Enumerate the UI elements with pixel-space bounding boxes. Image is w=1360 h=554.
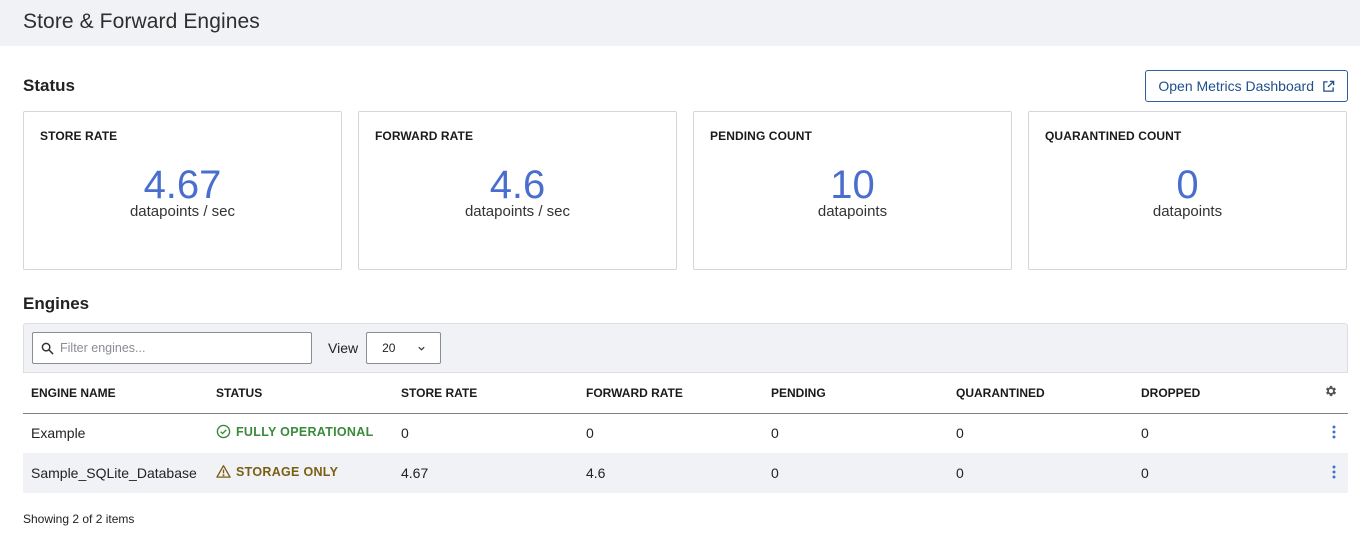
- engine-name-cell: Sample_SQLite_Database: [31, 465, 197, 481]
- forward-rate-card: FORWARD RATE 4.6 datapoints / sec: [358, 111, 677, 270]
- kebab-menu-icon[interactable]: [1332, 425, 1336, 439]
- pending-count-card: PENDING COUNT 10 datapoints: [693, 111, 1012, 270]
- kebab-menu-icon[interactable]: [1332, 465, 1336, 479]
- engines-toolbar: View 20: [23, 323, 1348, 373]
- column-header-status[interactable]: STATUS: [208, 373, 393, 414]
- column-header-forward-rate[interactable]: FORWARD RATE: [578, 373, 763, 414]
- page-size-select[interactable]: 20: [366, 332, 442, 364]
- gear-icon[interactable]: [1324, 384, 1338, 398]
- quarantined-cell: 0: [956, 425, 964, 442]
- column-header-dropped[interactable]: DROPPED: [1133, 373, 1283, 414]
- table-row[interactable]: Sample_SQLite_Database STORAGE ONLY 4.67…: [23, 453, 1348, 493]
- status-cell: STORAGE ONLY: [208, 453, 393, 493]
- status-badge: FULLY OPERATIONAL: [216, 424, 374, 439]
- store-rate-card: STORE RATE 4.67 datapoints / sec: [23, 111, 342, 270]
- card-unit: datapoints / sec: [129, 203, 236, 220]
- card-title: FORWARD RATE: [375, 129, 474, 143]
- store-rate-cell: 0: [401, 425, 409, 442]
- status-header-row: Status Open Metrics Dashboard: [23, 70, 1348, 102]
- chevron-down-icon: [418, 346, 425, 351]
- view-label: View: [328, 340, 359, 356]
- check-circle-icon: [216, 424, 231, 439]
- card-title: STORE RATE: [40, 129, 118, 143]
- pending-cell: 0: [771, 425, 779, 442]
- open-metrics-dashboard-button[interactable]: Open Metrics Dashboard: [1145, 70, 1348, 102]
- column-header-engine-name[interactable]: ENGINE NAME: [23, 373, 208, 414]
- column-header-pending[interactable]: PENDING: [763, 373, 948, 414]
- table-header-row: ENGINE NAME STATUS STORE RATE FORWARD RA…: [23, 373, 1348, 414]
- main-content: Status Open Metrics Dashboard STORE RATE…: [0, 70, 1360, 526]
- forward-rate-cell: 4.6: [586, 465, 606, 481]
- status-section-title: Status: [23, 76, 75, 95]
- pagination-summary: Showing 2 of 2 items: [23, 512, 135, 526]
- engines-table: ENGINE NAME STATUS STORE RATE FORWARD RA…: [23, 373, 1348, 493]
- quarantined-cell: 0: [956, 465, 964, 481]
- card-unit: datapoints: [817, 203, 888, 220]
- warning-triangle-icon: [216, 465, 231, 478]
- row-actions[interactable]: [1283, 413, 1348, 453]
- card-unit: datapoints / sec: [464, 203, 571, 220]
- engines-section-title: Engines: [23, 294, 90, 313]
- card-value: 4.6: [489, 163, 546, 207]
- status-cards: STORE RATE 4.67 datapoints / sec FORWARD…: [23, 111, 1348, 270]
- column-settings[interactable]: [1283, 373, 1348, 414]
- card-value: 0: [1176, 163, 1199, 207]
- card-title: QUARANTINED COUNT: [1045, 129, 1182, 143]
- engine-name-cell: Example: [31, 425, 86, 442]
- card-unit: datapoints: [1152, 203, 1223, 220]
- search-icon: [41, 342, 54, 355]
- page-size-value: 20: [382, 341, 396, 355]
- card-title: PENDING COUNT: [710, 129, 812, 143]
- row-actions[interactable]: [1283, 453, 1348, 493]
- column-header-quarantined[interactable]: QUARANTINED: [948, 373, 1133, 414]
- forward-rate-cell: 0: [586, 425, 594, 442]
- card-value: 4.67: [143, 163, 222, 207]
- page-header: Store & Forward Engines: [0, 0, 1360, 46]
- status-label: STORAGE ONLY: [236, 464, 339, 479]
- status-label: FULLY OPERATIONAL: [236, 424, 374, 439]
- card-value: 10: [830, 163, 875, 207]
- table-row[interactable]: Example FULLY OPERATIONAL 0 0 0 0 0: [23, 413, 1348, 453]
- external-link-icon: [1323, 80, 1335, 92]
- column-header-store-rate[interactable]: STORE RATE: [393, 373, 578, 414]
- status-cell: FULLY OPERATIONAL: [208, 413, 393, 453]
- pending-cell: 0: [771, 465, 779, 481]
- filter-engines-input[interactable]: [60, 341, 290, 355]
- filter-engines-search[interactable]: [32, 332, 312, 364]
- quarantined-count-card: QUARANTINED COUNT 0 datapoints: [1028, 111, 1347, 270]
- status-badge: STORAGE ONLY: [216, 464, 338, 479]
- dropped-cell: 0: [1141, 465, 1149, 481]
- store-rate-cell: 4.67: [401, 465, 429, 481]
- page-title: Store & Forward Engines: [23, 10, 260, 33]
- dropped-cell: 0: [1141, 425, 1149, 442]
- open-metrics-dashboard-label: Open Metrics Dashboard: [1158, 78, 1314, 94]
